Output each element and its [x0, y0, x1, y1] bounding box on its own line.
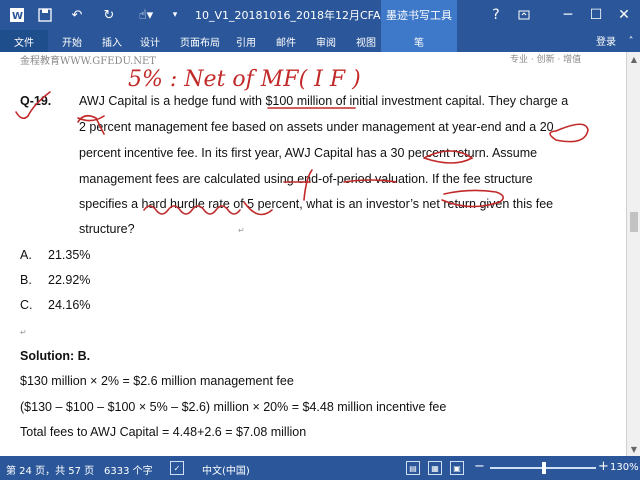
circle-ink — [549, 123, 589, 143]
solution-title: Solution: B. — [20, 349, 91, 363]
question-line-5: specifies a hard hurdle rate of 5 percen… — [79, 197, 554, 211]
tab-design[interactable]: 设计 — [136, 30, 164, 52]
question-line-4: management fees are calculated using end… — [79, 172, 533, 186]
tab-layout[interactable]: 页面布局 — [176, 30, 224, 52]
zoom-level[interactable]: 130% — [610, 462, 639, 473]
proofing-icon[interactable]: ✓ — [170, 461, 184, 475]
scroll-up-icon[interactable]: ▲ — [627, 52, 640, 66]
customize-icon[interactable]: ▾ — [166, 0, 184, 30]
question-line-1: AWJ Capital is a hedge fund with $100 mi… — [79, 94, 569, 108]
solution-line-2: ($130 – $100 – $100 × 5% – $2.6) million… — [20, 400, 447, 414]
print-layout-icon[interactable]: ▦ — [428, 461, 442, 475]
save-icon[interactable] — [34, 0, 56, 30]
word-count[interactable]: 6333 个字 — [104, 462, 153, 477]
minimize-icon[interactable]: ─ — [554, 0, 582, 30]
ribbon-tabs: 文件 开始 插入 设计 页面布局 引用 邮件 审阅 视图 笔 登录 ˄ — [0, 30, 640, 52]
question-label: Q-19. — [20, 94, 52, 108]
close-icon[interactable]: ✕ — [610, 0, 638, 30]
paragraph-mark: ↵ — [238, 226, 245, 235]
solution-line-3: Total fees to AWJ Capital = 4.48+2.6 = $… — [20, 425, 307, 439]
login-link[interactable]: 登录 — [596, 33, 616, 48]
solution-line-1: $130 million × 2% = $2.6 million managem… — [20, 374, 294, 388]
document-page[interactable]: 金程教育WWW.GFEDU.NET 专业 · 创新 · 增值 Q-19. AWJ… — [0, 52, 626, 456]
handwriting-note: 5% : Net of MF( I F ) — [128, 67, 361, 92]
question-line-2: 2 percent management fee based on assets… — [79, 120, 554, 134]
tab-references[interactable]: 引用 — [232, 30, 260, 52]
tab-file[interactable]: 文件 — [0, 30, 48, 52]
maximize-icon[interactable]: ☐ — [582, 0, 610, 30]
status-bar: 第 24 页，共 57 页 6333 个字 ✓ 中文(中国) ▤ ▦ ▣ − +… — [0, 456, 640, 480]
question-line-6: structure? — [79, 222, 135, 236]
tab-mailings[interactable]: 邮件 — [272, 30, 300, 52]
redo-icon[interactable]: ↻ — [98, 0, 120, 30]
option-c-value: 24.16% — [48, 298, 91, 312]
ink-tools-context-tab: 墨迹书写工具 — [381, 0, 457, 30]
ribbon-display-icon[interactable] — [510, 0, 538, 30]
option-c-label: C. — [20, 298, 33, 312]
question-line-3: percent incentive fee. In its first year… — [79, 146, 538, 160]
language-indicator[interactable]: 中文(中国) — [202, 462, 250, 477]
option-a-value: 21.35% — [48, 248, 91, 262]
title-bar: W ↶ ↻ ☝▾ ▾ 10_V1_20181016_2018年12月CFA一级.… — [0, 0, 640, 30]
word-icon: W — [6, 0, 28, 30]
zoom-out-icon[interactable]: − — [474, 459, 485, 474]
page-count[interactable]: 第 24 页，共 57 页 — [6, 462, 94, 477]
zoom-in-icon[interactable]: + — [598, 459, 609, 474]
help-icon[interactable]: ? — [482, 0, 510, 30]
option-b-value: 22.92% — [48, 273, 91, 287]
page-header-right: 专业 · 创新 · 增值 — [510, 55, 582, 65]
svg-text:W: W — [12, 11, 23, 22]
tab-review[interactable]: 审阅 — [312, 30, 340, 52]
tab-view[interactable]: 视图 — [352, 30, 380, 52]
zoom-slider-thumb[interactable] — [542, 462, 546, 474]
vertical-scrollbar[interactable]: ▲ ▼ — [626, 52, 640, 456]
read-mode-icon[interactable]: ▤ — [406, 461, 420, 475]
scroll-down-icon[interactable]: ▼ — [627, 442, 640, 456]
touch-mode-icon[interactable]: ☝▾ — [132, 0, 160, 30]
option-a-label: A. — [20, 248, 32, 262]
scrollbar-thumb[interactable] — [630, 212, 638, 232]
collapse-ribbon-icon[interactable]: ˄ — [624, 34, 638, 48]
tab-pen[interactable]: 笔 — [381, 30, 457, 52]
page-header-left: 金程教育WWW.GFEDU.NET — [20, 56, 156, 67]
tab-home[interactable]: 开始 — [58, 30, 86, 52]
web-layout-icon[interactable]: ▣ — [450, 461, 464, 475]
tab-insert[interactable]: 插入 — [98, 30, 126, 52]
option-b-label: B. — [20, 273, 32, 287]
paragraph-mark: ↵ — [20, 328, 27, 337]
ink-annotations: 5% : Net of MF( I F ) — [15, 67, 589, 216]
undo-icon[interactable]: ↶ — [66, 0, 88, 30]
